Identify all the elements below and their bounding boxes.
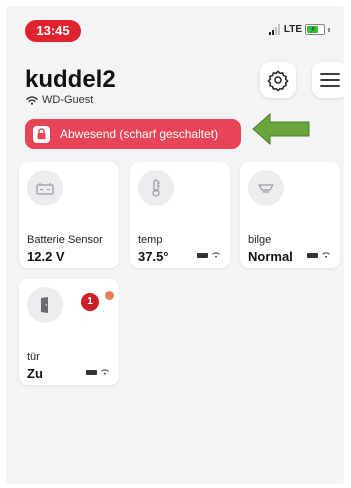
device-status-indicators: [86, 369, 109, 375]
device-status-indicators: [197, 252, 220, 258]
device-status-indicators: [307, 252, 330, 258]
network-type-label: LTE: [283, 24, 302, 35]
device-name: tür: [27, 351, 40, 363]
wifi-icon: [101, 369, 109, 375]
page-title: kuddel2: [25, 66, 116, 93]
hamburger-menu-icon: [320, 73, 340, 87]
alarm-status-label: Abwesend (scharf geschaltet): [60, 127, 219, 141]
battery-level-icon: [307, 252, 318, 258]
device-value: 37.5°: [138, 249, 169, 264]
battery-level-icon: [197, 252, 208, 258]
menu-button[interactable]: [312, 62, 344, 98]
lock-icon: [33, 125, 50, 143]
device-value: Normal: [248, 249, 293, 264]
device-tile-tuer[interactable]: 1 tür Zu: [19, 279, 119, 385]
status-indicators: LTE ⚡: [268, 24, 330, 35]
thermometer-icon: [138, 170, 174, 206]
settings-button[interactable]: [260, 62, 296, 98]
device-value: 12.2 V: [27, 249, 65, 264]
battery-icon: ⚡: [305, 24, 325, 35]
annotation-arrow-icon: [252, 112, 310, 146]
battery-sensor-icon: [27, 170, 63, 206]
device-name: Batterie Sensor: [27, 234, 103, 246]
alarm-status-button[interactable]: Abwesend (scharf geschaltet): [25, 119, 241, 149]
door-icon: [27, 287, 63, 323]
network-indicator: WD-Guest: [26, 94, 93, 106]
battery-level-icon: [86, 369, 97, 375]
gear-icon: [267, 70, 289, 91]
network-name: WD-Guest: [42, 94, 94, 106]
device-value: Zu: [27, 366, 43, 381]
device-tile-batterie-sensor[interactable]: Batterie Sensor 12.2 V: [19, 162, 119, 268]
wifi-icon: [26, 95, 38, 105]
device-name: bilge: [248, 234, 272, 246]
battery-tip: [328, 27, 330, 32]
device-name: temp: [138, 234, 163, 246]
wifi-icon: [322, 252, 330, 258]
notification-badge: 1: [81, 293, 99, 311]
status-time: 13:45: [25, 20, 81, 42]
device-tile-temp[interactable]: temp 37.5°: [130, 162, 230, 268]
device-tile-bilge[interactable]: bilge Normal: [240, 162, 340, 268]
cellular-signal-icon: [268, 24, 280, 35]
status-dot: [105, 291, 114, 300]
bilge-sensor-icon: [248, 170, 284, 206]
app-screen: 13:45 LTE ⚡ kuddel2 WD-Guest Abwesend (s…: [6, 6, 344, 484]
wifi-icon: [212, 252, 220, 258]
